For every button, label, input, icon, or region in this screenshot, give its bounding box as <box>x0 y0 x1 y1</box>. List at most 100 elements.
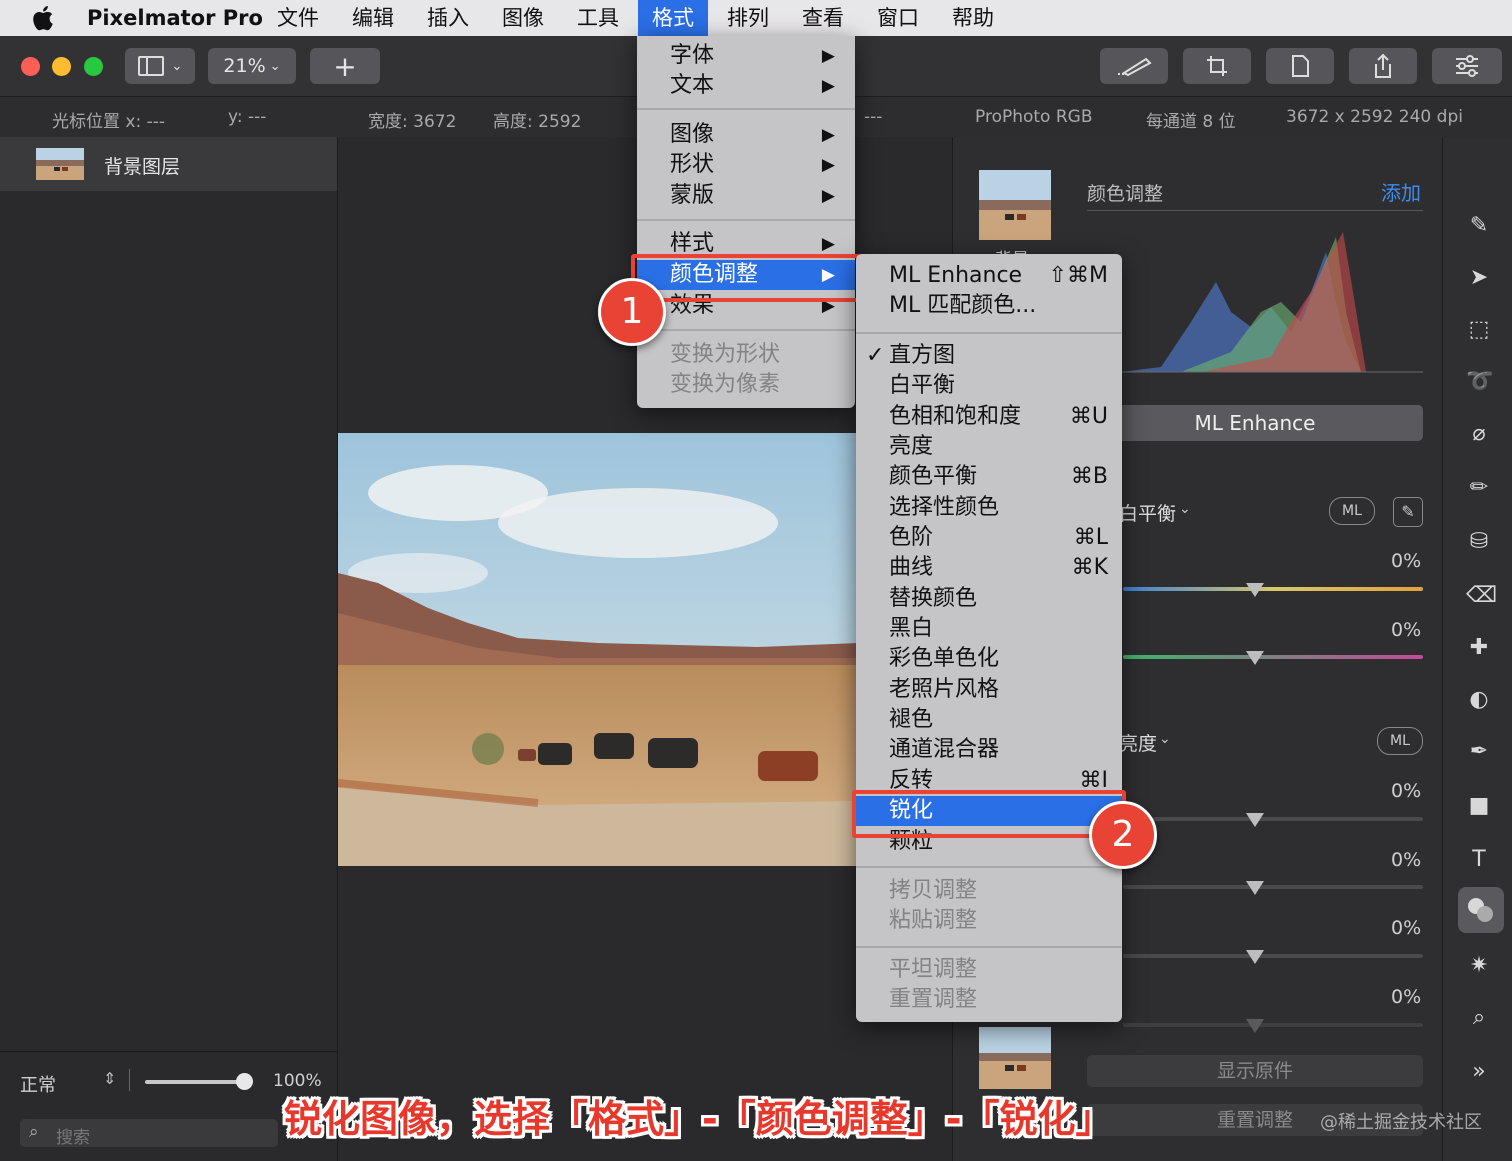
search-input[interactable]: ⌕ 搜索 <box>20 1119 278 1148</box>
layer-row[interactable]: 背景图层 <box>0 137 337 191</box>
black-point-slider-knob[interactable] <box>1246 1019 1264 1033</box>
menu-item-curves[interactable]: 曲线 ⌘K <box>856 553 1122 583</box>
menu-item-text[interactable]: 文本 ▶ <box>637 71 855 101</box>
color-adjust-tool-button[interactable] <box>1458 887 1504 933</box>
photo-canvas[interactable] <box>338 433 858 866</box>
arrange-pointer-tool-icon[interactable]: ➤ <box>1466 265 1492 291</box>
apple-logo-icon[interactable] <box>32 5 54 31</box>
menu-item-brightness[interactable]: 亮度 <box>856 432 1122 462</box>
layer-preview-thumbnail[interactable] <box>979 170 1051 240</box>
tint-slider[interactable] <box>1123 655 1423 659</box>
crop-button[interactable] <box>1183 48 1251 84</box>
eraser-tool-icon[interactable]: ⌫ <box>1466 583 1497 609</box>
menu-view[interactable]: 查看 <box>789 0 857 36</box>
highlights-slider-knob[interactable] <box>1246 881 1264 895</box>
add-button[interactable]: + <box>310 48 380 84</box>
export-document-button[interactable] <box>1266 48 1334 84</box>
menu-item-white-balance[interactable]: 白平衡 <box>856 371 1122 401</box>
temperature-slider[interactable] <box>1123 587 1423 591</box>
more-tools-chevron-icon[interactable]: » <box>1466 1059 1492 1085</box>
paint-brush-tool-icon[interactable]: ✏ <box>1466 475 1492 501</box>
menu-item-ml-enhance[interactable]: ML Enhance ⇧⌘M <box>856 261 1122 291</box>
menu-item-color-monochrome[interactable]: 彩色单色化 <box>856 644 1122 674</box>
menu-item-image[interactable]: 图像 ▶ <box>637 120 855 150</box>
chevron-down-icon[interactable]: ⌄ <box>1179 501 1191 517</box>
menu-item-shape[interactable]: 形状 ▶ <box>637 150 855 180</box>
selection-tool-icon[interactable]: ⬚ <box>1466 317 1492 343</box>
dimensions-dpi: 3672 x 2592 240 dpi <box>1286 107 1463 127</box>
text-tool-icon[interactable]: T <box>1466 847 1492 873</box>
shape-tool-icon[interactable]: ■ <box>1466 793 1492 819</box>
menu-item-reset-adjustments: 重置调整 <box>889 987 978 1012</box>
menu-item-channel-mixer[interactable]: 通道混合器 <box>856 735 1122 765</box>
sidebar-toggle-button[interactable]: ⌄ <box>125 48 195 84</box>
menu-item-hue-saturation[interactable]: 色相和饱和度 ⌘U <box>856 402 1122 432</box>
highlights-slider[interactable] <box>1123 885 1423 889</box>
menu-format[interactable]: 格式 <box>638 0 708 36</box>
temperature-slider-knob[interactable] <box>1246 583 1264 597</box>
menu-file[interactable]: 文件 <box>264 0 332 36</box>
zoom-tool-icon[interactable]: ⌕ <box>1466 1005 1492 1031</box>
color-select-icon[interactable]: ⌀ <box>1466 421 1492 447</box>
clone-tool-icon[interactable]: ◐ <box>1466 687 1492 713</box>
highlight-box-step1 <box>631 254 862 302</box>
menu-item-replace-color[interactable]: 替换颜色 <box>856 584 1122 614</box>
style-button[interactable] <box>1100 48 1168 84</box>
ml-enhance-button[interactable]: ML Enhance <box>1087 405 1423 441</box>
ml-brightness-button[interactable]: ML <box>1377 727 1423 755</box>
menu-item-color-balance[interactable]: 颜色平衡 ⌘B <box>856 462 1122 492</box>
shadows-slider-knob[interactable] <box>1246 950 1264 964</box>
ml-white-balance-button[interactable]: ML <box>1329 497 1375 525</box>
menu-edit[interactable]: 编辑 <box>339 0 407 36</box>
eyedropper-icon[interactable]: ✎ <box>1393 497 1423 527</box>
app-name-menu[interactable]: Pixelmator Pro <box>74 0 276 36</box>
adjustment-preview-thumbnail[interactable] <box>979 1027 1051 1089</box>
close-window-button[interactable] <box>21 57 40 76</box>
menu-item-invert[interactable]: 反转 ⌘I <box>856 766 1122 790</box>
menu-window[interactable]: 窗口 <box>864 0 932 36</box>
menu-item-selective-color[interactable]: 选择性颜色 <box>856 493 1122 523</box>
paint-bucket-tool-icon[interactable]: ⛁ <box>1466 529 1492 555</box>
menu-item-levels[interactable]: 色阶 ⌘L <box>856 523 1122 553</box>
menu-item-sepia[interactable]: 老照片风格 <box>856 675 1122 705</box>
minimize-window-button[interactable] <box>52 57 71 76</box>
cursor-x-readout: 光标位置 x: --- <box>52 112 165 132</box>
layer-name: 背景图层 <box>104 156 181 178</box>
lasso-select-icon[interactable]: ➰ <box>1466 369 1493 395</box>
menu-item-mask[interactable]: 蒙版 ▶ <box>637 181 855 211</box>
brightness-label[interactable]: 亮度 <box>1119 729 1157 756</box>
opacity-slider[interactable] <box>145 1080 245 1084</box>
menu-insert[interactable]: 插入 <box>414 0 482 36</box>
menu-image[interactable]: 图像 <box>489 0 557 36</box>
opacity-slider-knob[interactable] <box>236 1073 253 1090</box>
share-button[interactable] <box>1349 48 1417 84</box>
menu-item-black-white[interactable]: 黑白 <box>856 614 1122 644</box>
white-balance-label[interactable]: 白平衡 <box>1119 499 1176 526</box>
style-brush-tool-icon[interactable]: ✎ <box>1466 213 1492 239</box>
retouch-bandage-icon[interactable]: ✚ <box>1466 635 1492 661</box>
chevron-down-icon[interactable]: ⌄ <box>1159 731 1171 747</box>
add-adjustment-link[interactable]: 添加 <box>1381 177 1421 206</box>
menu-tools[interactable]: 工具 <box>564 0 632 36</box>
zoom-window-button[interactable] <box>84 57 103 76</box>
effects-sparkle-icon[interactable]: ✷ <box>1466 953 1492 979</box>
show-original-button[interactable]: 显示原件 <box>1087 1055 1423 1087</box>
pen-tool-icon[interactable]: ✒ <box>1466 739 1492 765</box>
exposure-slider-knob[interactable] <box>1246 813 1264 827</box>
menu-item-ml-match-colors[interactable]: ML 匹配颜色... <box>856 291 1122 321</box>
shadows-slider[interactable] <box>1123 954 1423 958</box>
updown-chevron-icon[interactable]: ⇕ <box>103 1069 116 1088</box>
menu-item-font[interactable]: 字体 ▶ <box>637 41 855 71</box>
exposure-slider[interactable] <box>1123 817 1423 821</box>
zoom-dropdown[interactable]: 21% ⌄ <box>208 48 296 84</box>
layers-panel: 背景图层 正常 ⇕ 100% ⌕ 搜索 <box>0 137 338 1161</box>
black-point-slider[interactable] <box>1123 1023 1423 1027</box>
blend-mode-select[interactable]: 正常 <box>20 1071 56 1097</box>
menu-item-fade[interactable]: 褪色 <box>856 705 1122 735</box>
tint-slider-knob[interactable] <box>1246 651 1264 665</box>
adjustments-button[interactable] <box>1432 48 1502 84</box>
menu-arrange[interactable]: 排列 <box>714 0 782 36</box>
menu-item-histogram[interactable]: ✓ 直方图 <box>856 341 1122 371</box>
menu-help[interactable]: 帮助 <box>939 0 1007 36</box>
caption-text: 锐化图像，选择「格式」-「颜色调整」-「锐化」 <box>284 1097 1114 1141</box>
